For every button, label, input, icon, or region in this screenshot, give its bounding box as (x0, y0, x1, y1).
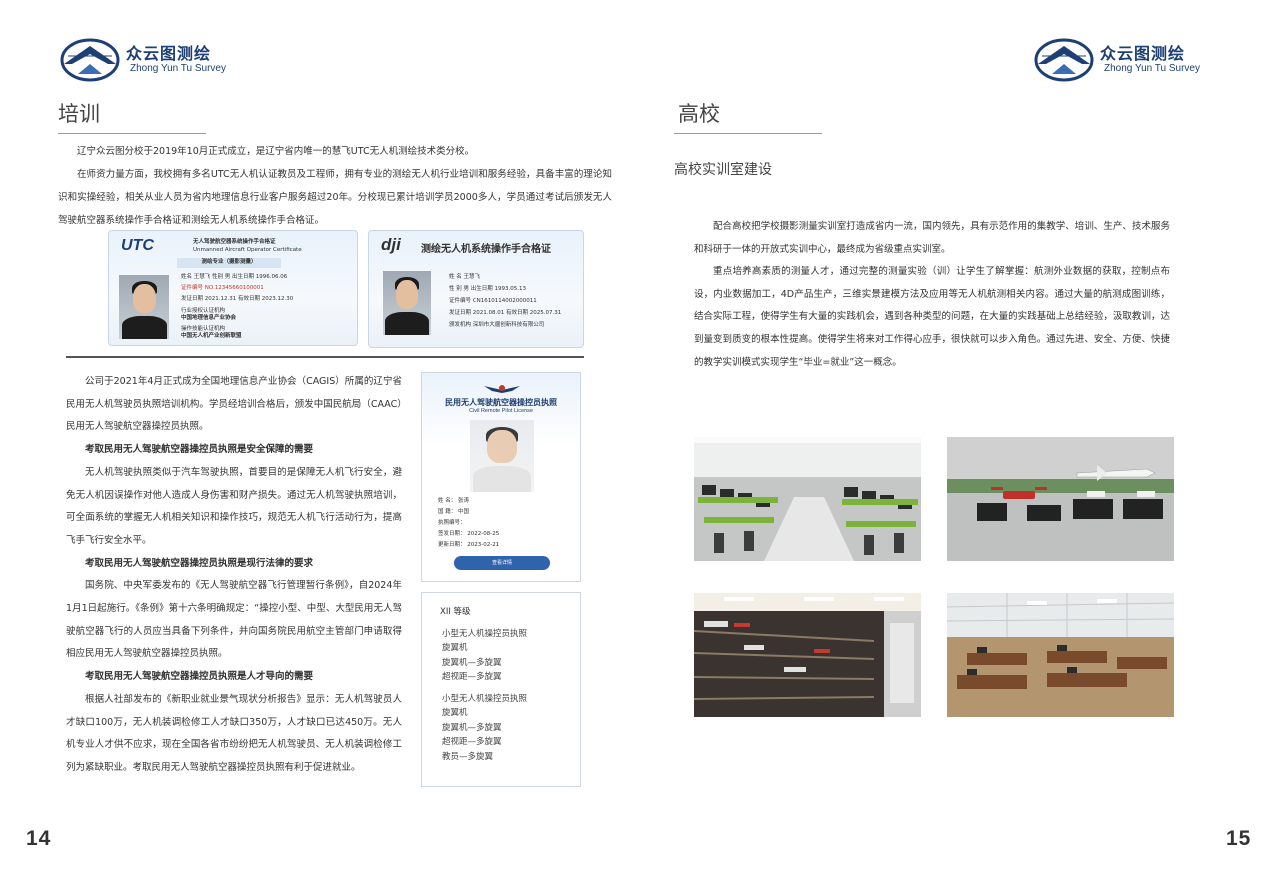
company-logo-right: 众云图测绘 Zhong Yun Tu Survey (1032, 38, 1200, 82)
level-item: 旋翼机 (442, 708, 468, 719)
license-field: 执照编号： (438, 520, 466, 526)
caac-paragraph: 根据人社部发布的《新职业就业景气现状分析报告》显示：无人机驾驶员人才缺口100万… (66, 693, 402, 773)
level-item: 教员—多旋翼 (442, 751, 494, 762)
brand-name-cn: 众云图测绘 (126, 44, 212, 63)
license-levels-card: XII 等级 小型无人机操控员执照 旋翼机 旋翼机—多旋翼 超视距—多旋翼 小型… (421, 592, 581, 787)
globe-logo-icon (60, 38, 120, 82)
lab-construction-subtitle: 高校实训室建设 (674, 162, 772, 178)
license-field: 更新日期： 2023-02-21 (438, 542, 500, 548)
license-field: 姓 名： 张涛 (438, 498, 469, 504)
utc-cert-major: 测绘专业（摄影测量） (177, 258, 281, 268)
caac-text-column: 公司于2021年4月正式成为全国地理信息产业协会（CAGIS）所属的辽宁省民用无… (66, 371, 402, 780)
wings-emblem-icon (484, 385, 520, 393)
university-text: 配合高校把学校摄影测量实训室打造成省内一流，国内领先，具有示范作用的集教学、培训… (694, 216, 1170, 374)
license-title-cn: 民用无人驾驶航空器操控员执照 (445, 398, 557, 407)
caac-heading: 考取民用无人驾驶航空器操控员执照是人才导向的需要 (85, 671, 314, 683)
drone-display-photo (947, 437, 1174, 561)
caac-heading: 考取民用无人驾驶航空器操控员执照是现行法律的要求 (85, 557, 314, 569)
university-paragraph: 配合高校把学校摄影测量实训室打造成省内一流，国内领先，具有示范作用的集教学、培训… (694, 221, 1170, 255)
license-field: 国 籍： 中国 (438, 509, 469, 515)
level-item: 旋翼机—多旋翼 (442, 657, 502, 668)
utc-cert-line: 发证日期 2021.12.31 有效日期 2023.12.30 (181, 296, 294, 302)
section-title-university: 高校 (678, 102, 720, 126)
dji-cert-title: 测绘无人机系统操作手合格证 (421, 244, 551, 255)
dji-logo: dji (381, 235, 401, 254)
view-details-button[interactable]: 查看详情 (454, 556, 550, 570)
level-item: 小型无人机操控员执照 (442, 629, 528, 639)
level-item: 旋翼机—多旋翼 (442, 722, 502, 733)
intro-paragraph: 在师资力量方面，我校拥有多名UTC无人机认证教员及工程师，拥有专业的测绘无人机行… (58, 169, 612, 226)
level-item: 小型无人机操控员执照 (442, 694, 528, 704)
utc-certificate: UTC 无人驾驶航空器系统操作手合格证 Unmanned Aircraft Op… (108, 230, 358, 346)
dji-cert-line: 姓 名 王慧飞 (449, 274, 480, 280)
caac-paragraph: 公司于2021年4月正式成为全国地理信息产业协会（CAGIS）所属的辽宁省民用无… (66, 376, 402, 433)
classroom-photo (947, 593, 1174, 717)
dji-certificate: dji 测绘无人机系统操作手合格证 姓 名 王慧飞 性 别 男 出生日期 199… (368, 230, 584, 348)
utc-cert-title-cn: 无人驾驶航空器系统操作手合格证 (193, 239, 276, 245)
caac-paragraph: 无人机驾驶执照类似于汽车驾驶执照，首要目的是保障无人机飞行安全，避免无人机因误操… (66, 466, 402, 546)
license-title-en: Civil Remote Pilot License (469, 408, 533, 414)
dji-cert-line: 证件编号 CN1610114002000011 (449, 298, 537, 304)
license-field: 签发日期： 2022-08-25 (438, 531, 500, 537)
certificate-photo (383, 271, 431, 335)
level-item: 旋翼机 (442, 643, 468, 654)
brand-name-cn: 众云图测绘 (1100, 44, 1186, 63)
intro-paragraph: 辽宁众云图分校于2019年10月正式成立，是辽宁省内唯一的慧飞UTC无人机测绘技… (77, 146, 475, 157)
levels-title: XII 等级 (440, 607, 471, 617)
globe-logo-icon (1034, 38, 1094, 82)
display-cabinet-image (694, 593, 921, 717)
utc-cert-line: 姓名 王慧飞 性别 男 出生日期 1996.06.06 (181, 274, 288, 280)
license-photo (470, 420, 534, 492)
level-item: 超视距—多旋翼 (442, 672, 502, 683)
dji-cert-line: 性 别 男 出生日期 1993.05.13 (449, 286, 526, 292)
utc-cert-line: 中国地理信息产业协会 (181, 315, 237, 321)
utc-cert-line: 证件编号 NO.12345660100001 (181, 285, 264, 291)
display-cabinet-photo (694, 593, 921, 717)
classroom-image (947, 593, 1174, 717)
university-paragraph: 重点培养高素质的测量人才，通过完整的测量实验（训）让学生了解掌握：航测外业数据的… (694, 266, 1170, 368)
utc-cert-line: 中国无人机产业创新联盟 (181, 333, 242, 339)
brand-name-en: Zhong Yun Tu Survey (130, 63, 226, 74)
utc-logo: UTC (121, 237, 154, 254)
computer-lab-image (694, 437, 921, 561)
computer-lab-photo (694, 437, 921, 561)
caac-paragraph: 国务院、中央军委发布的《无人驾驶航空器飞行管理暂行条例》，自2024年1月1日起… (66, 580, 402, 660)
section-divider (66, 356, 584, 358)
civil-remote-pilot-license: 民用无人驾驶航空器操控员执照 Civil Remote Pilot Licens… (421, 372, 581, 582)
utc-cert-title-en: Unmanned Aircraft Operator Certificate (193, 247, 302, 253)
training-intro: 辽宁众云图分校于2019年10月正式成立，是辽宁省内唯一的慧飞UTC无人机测绘技… (58, 140, 612, 232)
dji-cert-line: 颁发机构 深圳市大疆创新科技有限公司 (449, 322, 545, 328)
brand-name-en: Zhong Yun Tu Survey (1104, 63, 1200, 74)
caac-heading: 考取民用无人驾驶航空器操控员执照是安全保障的需要 (85, 444, 314, 456)
company-logo-left: 众云图测绘 Zhong Yun Tu Survey (58, 38, 226, 82)
title-underline (674, 133, 822, 134)
drone-display-image (947, 437, 1174, 561)
level-item: 超视距—多旋翼 (442, 737, 502, 748)
title-underline (58, 133, 206, 134)
section-title-training: 培训 (58, 102, 100, 126)
page-number-left: 14 (26, 827, 52, 850)
certificate-photo (119, 275, 169, 339)
dji-cert-line: 发证日期 2021.08.01 有效日期 2025.07.31 (449, 310, 562, 316)
page-number-right: 15 (1226, 827, 1252, 850)
